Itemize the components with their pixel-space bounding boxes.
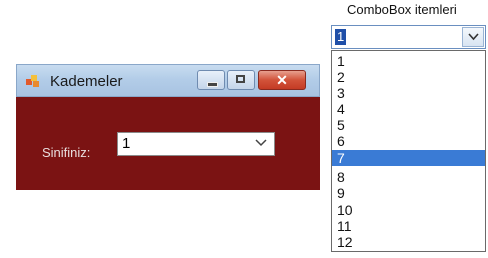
items-combobox-dropdown-button[interactable] [462,27,484,47]
sinif-label: Sinifiniz: [42,145,91,160]
dropdown-item[interactable]: 11 [332,218,485,234]
maximize-icon [236,75,245,83]
app-icon [26,75,40,87]
close-button[interactable]: ✕ [258,70,306,90]
kademeler-window: Kademeler ✕ Sinifiniz: 1 [16,64,320,190]
dropdown-item[interactable]: 2 [332,69,485,85]
dropdown-item[interactable]: 5 [332,117,485,133]
dropdown-item[interactable]: 12 [332,234,485,250]
title-bar[interactable]: Kademeler ✕ [16,64,320,97]
maximize-button[interactable] [227,70,255,90]
chevron-down-icon [468,33,479,41]
chevron-down-icon [255,139,267,147]
items-combobox[interactable]: 1 [331,25,486,49]
close-icon: ✕ [276,72,288,88]
combobox-caption: ComboBox itemleri [347,2,457,17]
dropdown-item[interactable]: 6 [332,133,485,149]
dropdown-item-selected[interactable]: 7 [332,150,485,166]
dropdown-item[interactable]: 3 [332,85,485,101]
dropdown-item[interactable]: 10 [332,202,485,218]
form-client-area: Sinifiniz: 1 [16,97,320,190]
items-dropdown-list[interactable]: 1 2 3 4 5 6 7 8 9 10 11 12 [331,50,486,252]
items-combobox-value: 1 [335,29,347,45]
dropdown-item[interactable]: 1 [332,53,485,69]
minimize-icon [207,82,218,87]
sinif-combobox[interactable]: 1 [117,132,275,156]
dropdown-item[interactable]: 4 [332,101,485,117]
window-title: Kademeler [50,73,123,90]
dropdown-item[interactable]: 9 [332,185,485,201]
sinif-combobox-value: 1 [122,135,131,152]
dropdown-item[interactable]: 8 [332,169,485,185]
minimize-button[interactable] [197,70,225,90]
